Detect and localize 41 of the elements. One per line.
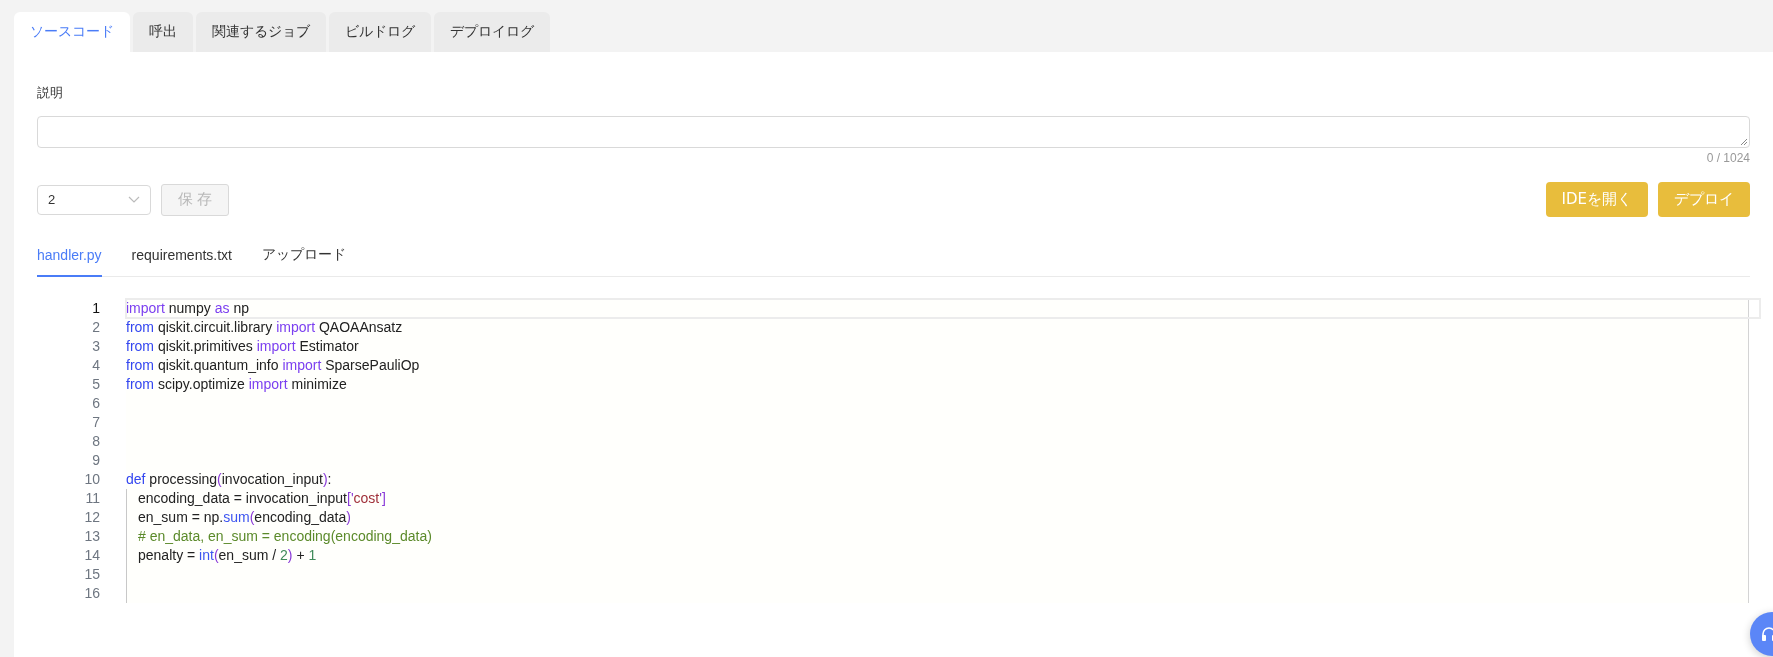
code-line: # en_data, en_sum = encoding(encoding_data) bbox=[126, 527, 1748, 546]
code-line: penalty = int(en_sum / 2) + 1 bbox=[126, 546, 1748, 565]
headset-icon bbox=[1760, 625, 1773, 643]
line-number: 6 bbox=[91, 394, 100, 413]
code-line: from qiskit.circuit.library import QAOAAnsatz bbox=[126, 318, 404, 337]
line-number: 9 bbox=[91, 451, 100, 470]
line-number: 2 bbox=[91, 318, 100, 337]
line-number: 14 bbox=[83, 546, 100, 565]
code-line: def processing(invocation_input): bbox=[126, 470, 333, 489]
code-line: en_sum = np.sum(encoding_data) bbox=[126, 508, 1748, 527]
resize-handle-icon[interactable] bbox=[1740, 138, 1747, 145]
tab[interactable]: ビルドログ bbox=[329, 12, 431, 52]
line-number: 11 bbox=[84, 489, 100, 508]
tab[interactable]: 呼出 bbox=[133, 12, 193, 52]
file-tab[interactable]: アップロード bbox=[262, 239, 346, 277]
code-line: from scipy.optimize import minimize bbox=[126, 375, 348, 394]
code-line: import numpy as np bbox=[126, 299, 1760, 318]
line-number: 12 bbox=[83, 508, 100, 527]
line-number: 5 bbox=[91, 375, 100, 394]
line-number: 3 bbox=[91, 337, 100, 356]
line-number: 10 bbox=[83, 470, 100, 489]
file-tab[interactable]: handler.py bbox=[37, 239, 102, 277]
code-line: from qiskit.primitives import Estimator bbox=[126, 337, 360, 356]
tab[interactable]: 関連するジョブ bbox=[196, 12, 326, 52]
chevron-down-icon bbox=[128, 195, 140, 204]
line-number: 16 bbox=[83, 584, 100, 603]
code-line: from qiskit.quantum_info import SparsePauliOp bbox=[126, 356, 421, 375]
character-counter: 0 / 1024 bbox=[1706, 151, 1750, 165]
line-number: 7 bbox=[91, 413, 100, 432]
description-field[interactable] bbox=[37, 116, 1750, 148]
code-line: encoding_data = invocation_input['cost'] bbox=[126, 489, 1748, 508]
line-number: 13 bbox=[83, 527, 100, 546]
file-tab[interactable]: requirements.txt bbox=[131, 239, 232, 277]
tab[interactable]: デプロイログ bbox=[434, 12, 550, 52]
version-select[interactable]: 2 bbox=[37, 184, 151, 215]
line-number: 1 bbox=[91, 299, 100, 318]
tab[interactable]: ソースコード bbox=[14, 12, 130, 52]
line-number: 15 bbox=[83, 565, 100, 584]
description-label: 説明 bbox=[37, 84, 64, 102]
line-number: 8 bbox=[91, 432, 100, 451]
line-number: 4 bbox=[91, 356, 100, 375]
